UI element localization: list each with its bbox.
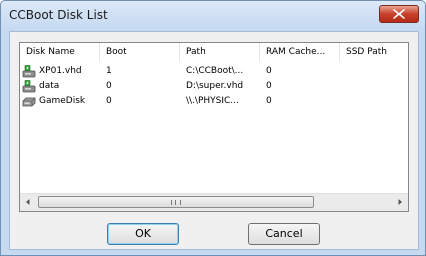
scroll-left-arrow-icon[interactable] [24, 198, 32, 206]
column-header-ssd-path[interactable]: SSD Path [340, 43, 408, 61]
scrollbar-thumb[interactable] [38, 196, 314, 208]
scroll-right-arrow-icon[interactable] [396, 198, 404, 206]
disk-name: data [39, 81, 60, 91]
disk-name-cell: XP01.vhd [20, 64, 100, 79]
disk-name: GameDisk [39, 96, 86, 106]
window-title: CCBoot Disk List [9, 8, 108, 22]
boot-cell: 0 [106, 81, 112, 91]
path-cell: D:\super.vhd [186, 81, 244, 91]
column-header-disk-name[interactable]: Disk Name [20, 43, 100, 61]
column-header-boot[interactable]: Boot [100, 43, 180, 61]
ram-cache-cell: 0 [266, 81, 272, 91]
disk-name-cell: GameDisk [20, 94, 100, 109]
column-header-ram-cache[interactable]: RAM Cache... [260, 43, 340, 61]
ssd-path-cell [340, 64, 408, 79]
boot-cell: 0 [106, 96, 112, 106]
ssd-path-cell [340, 94, 408, 109]
path-cell: \\.\PHYSIC... [186, 96, 239, 106]
thumb-grip [171, 200, 181, 205]
boot-cell: 1 [106, 66, 112, 76]
horizontal-scrollbar[interactable] [20, 193, 408, 211]
ram-cache-cell: 0 [266, 96, 272, 106]
physical-disk-icon [22, 97, 36, 107]
close-button[interactable] [379, 5, 419, 23]
ssd-path-cell [340, 79, 408, 94]
virtual-disk-green-icon [22, 80, 36, 93]
list-header: Disk Name Boot Path RAM Cache... SSD Pat… [20, 43, 408, 61]
ram-cache-cell: 0 [266, 66, 272, 76]
dialog-client-area: Disk Name Boot Path RAM Cache... SSD Pat… [9, 31, 419, 250]
path-cell: C:\CCBoot\... [186, 66, 244, 76]
table-row[interactable]: GameDisk 0 \\.\PHYSIC... 0 [20, 94, 408, 109]
dialog-window: CCBoot Disk List Disk Name Boot Path RAM… [0, 0, 426, 256]
virtual-disk-green-icon [22, 65, 36, 78]
cancel-button[interactable]: Cancel [248, 223, 320, 245]
table-row[interactable]: data 0 D:\super.vhd 0 [20, 79, 408, 94]
close-icon [393, 9, 405, 19]
disk-name: XP01.vhd [39, 66, 82, 76]
ok-button[interactable]: OK [107, 223, 179, 245]
title-bar[interactable]: CCBoot Disk List [1, 1, 425, 31]
list-rows: XP01.vhd 1 C:\CCBoot\... 0 data 0 D:\sup… [20, 64, 408, 109]
column-header-path[interactable]: Path [180, 43, 260, 61]
table-row[interactable]: XP01.vhd 1 C:\CCBoot\... 0 [20, 64, 408, 79]
disk-list-view[interactable]: Disk Name Boot Path RAM Cache... SSD Pat… [19, 42, 409, 212]
disk-name-cell: data [20, 79, 100, 94]
